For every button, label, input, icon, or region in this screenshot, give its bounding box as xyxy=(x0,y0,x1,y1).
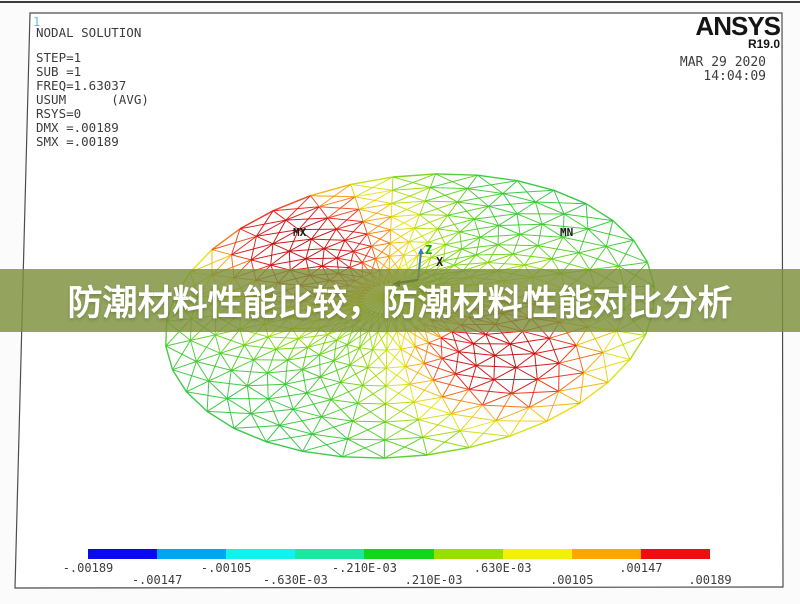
solution-smx: SMX =.00189 xyxy=(36,135,149,149)
title-banner: 防潮材料性能比较，防潮材料性能对比分析 xyxy=(0,269,800,332)
min-node-label: MN xyxy=(560,226,573,239)
solution-rsys: RSYS=0 xyxy=(36,107,149,121)
brand-block: ANSYS R19.0 MAR 29 2020 14:04:09 xyxy=(680,14,780,84)
solution-info-block: NODAL SOLUTION STEP=1 SUB =1 FREQ=1.6303… xyxy=(36,26,149,149)
solution-step: STEP=1 xyxy=(36,51,149,65)
ansys-logo: ANSYS xyxy=(680,14,780,38)
solution-dmx: DMX =.00189 xyxy=(36,121,149,135)
plot-date: MAR 29 2020 xyxy=(680,56,766,70)
triad-z-label: Z xyxy=(425,243,432,257)
ansys-window: ZXMXMN 1 NODAL SOLUTION STEP=1 SUB =1 FR… xyxy=(0,0,800,604)
triad-x-label: X xyxy=(436,255,444,269)
banner-title-text: 防潮材料性能比较，防潮材料性能对比分析 xyxy=(67,275,732,326)
max-node-label: MX xyxy=(293,226,307,239)
solution-title: NODAL SOLUTION xyxy=(36,26,149,40)
plot-time: 14:04:09 xyxy=(680,70,766,84)
solution-usum: USUM (AVG) xyxy=(36,93,149,107)
solution-sub: SUB =1 xyxy=(36,65,149,79)
solution-freq: FREQ=1.63037 xyxy=(36,79,149,93)
